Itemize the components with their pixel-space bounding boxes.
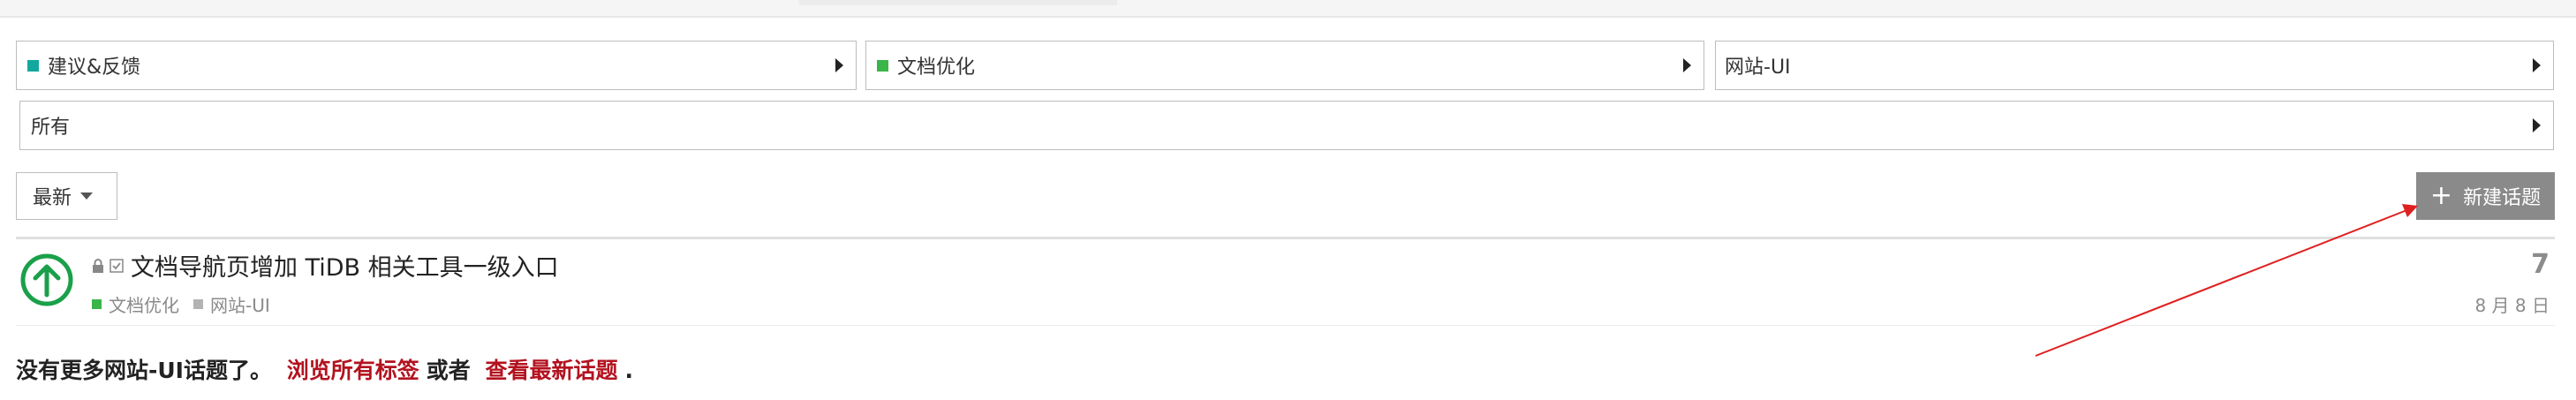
top-strip [0, 0, 2576, 18]
sort-latest-button[interactable]: 最新 [16, 172, 117, 220]
row-divider [16, 325, 2555, 326]
tag-dropdown-label: 网站-UI [1725, 57, 1791, 79]
footer-end-punct: . [624, 358, 633, 383]
subcategory-dropdown[interactable]: 文档优化 [865, 41, 1704, 90]
tag-dropdown[interactable]: 网站-UI [1715, 41, 2554, 90]
chevron-right-icon [2533, 118, 2541, 132]
chevron-right-icon [2533, 58, 2541, 72]
view-latest-topics-link[interactable]: 查看最新话题 [485, 358, 617, 383]
no-more-topics-message: 没有更多网站-UI话题了。 浏览所有标签 或者 查看最新话题. [16, 353, 633, 385]
category-dropdown-label: 建议&反馈 [48, 57, 141, 79]
lock-icon [93, 258, 103, 273]
sort-label: 最新 [33, 187, 72, 209]
caret-down-icon [80, 192, 94, 200]
footer-message: 没有更多网站-UI话题了。 [16, 358, 272, 383]
tag-color-square [193, 299, 203, 309]
scope-dropdown-label: 所有 [31, 117, 71, 139]
topic-title-row: 文档导航页增加 TiDB 相关工具一级入口 [92, 248, 559, 283]
top-tab-fragment [799, 0, 1117, 5]
browse-all-tags-link[interactable]: 浏览所有标签 [287, 358, 419, 383]
chevron-right-icon [835, 58, 843, 72]
category-color-square [27, 59, 39, 72]
plus-icon: + [2429, 180, 2453, 211]
topic-tags: 文档优化 网站-UI [92, 291, 284, 317]
scope-dropdown[interactable]: 所有 [19, 101, 2554, 150]
topic-title-link[interactable]: 文档导航页增加 TiDB 相关工具一级入口 [131, 248, 559, 283]
subcategory-dropdown-label: 文档优化 [897, 57, 976, 79]
category-color-square [92, 299, 102, 309]
reply-count[interactable]: 7 [2531, 249, 2550, 280]
new-topic-button[interactable]: + 新建话题 [2416, 172, 2555, 220]
topic-tag-badge[interactable]: 网站-UI [193, 291, 270, 317]
topic-category-badge[interactable]: 文档优化 [92, 291, 179, 317]
topic-category-label: 文档优化 [109, 295, 179, 316]
chevron-right-icon [1683, 58, 1691, 72]
footer-or-text: 或者 [426, 358, 471, 383]
category-dropdown[interactable]: 建议&反馈 [16, 41, 857, 90]
list-header-divider [16, 237, 2555, 239]
checkbox-icon [110, 258, 124, 273]
up-arrow-circle-icon [20, 253, 73, 306]
subcategory-color-square [877, 59, 888, 72]
activity-date[interactable]: 8 月 8 日 [2474, 291, 2550, 317]
new-topic-label: 新建话题 [2463, 187, 2542, 209]
topic-tag-label: 网站-UI [210, 295, 270, 316]
